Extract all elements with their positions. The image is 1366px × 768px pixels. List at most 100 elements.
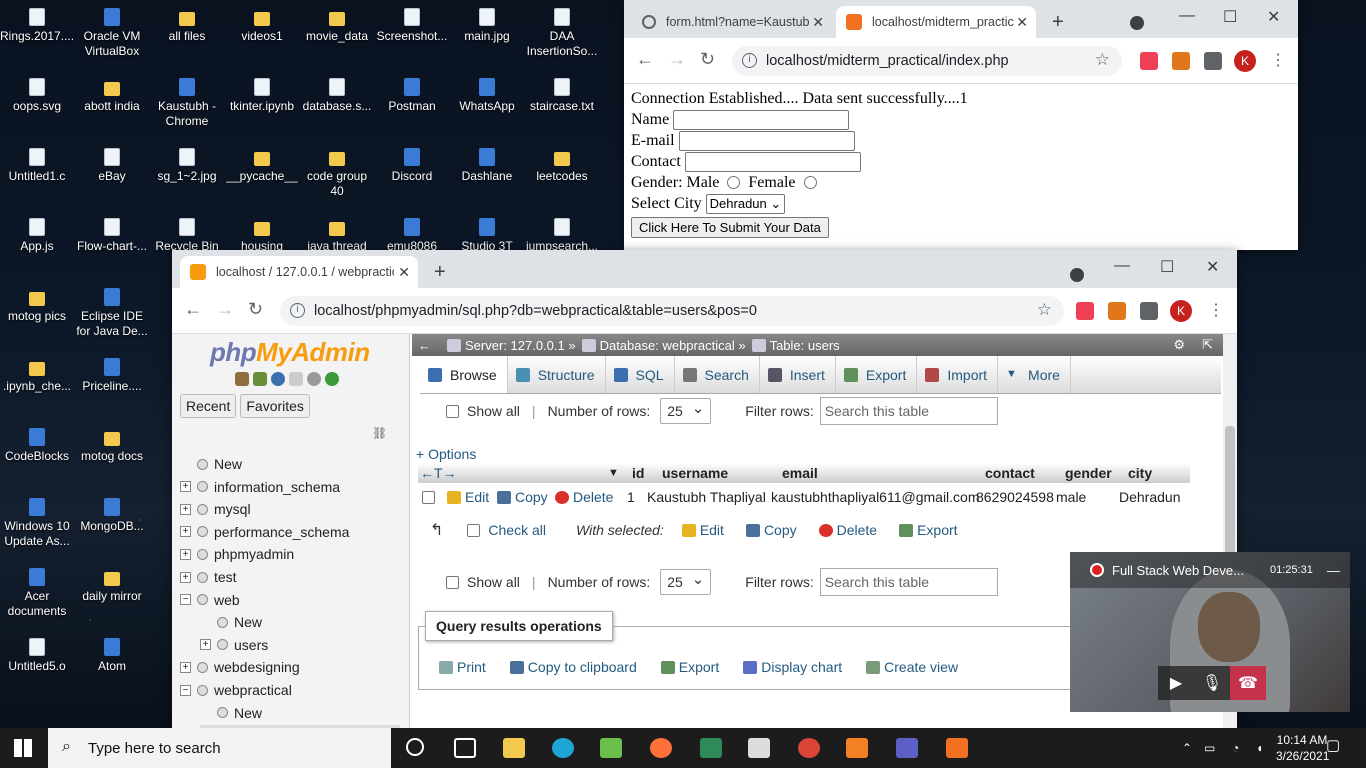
bulk-copy-button[interactable]: Copy bbox=[745, 522, 797, 538]
desktop-icon[interactable]: eBay bbox=[75, 148, 149, 184]
profile-avatar[interactable]: K bbox=[1234, 50, 1256, 72]
puzzle-extensions-icon[interactable] bbox=[1204, 52, 1222, 70]
filter-input[interactable]: Search this table bbox=[819, 397, 998, 425]
options-link[interactable]: + Options bbox=[416, 446, 476, 462]
teams-icon[interactable] bbox=[896, 738, 918, 758]
desktop-icon[interactable]: Oracle VM VirtualBox bbox=[75, 8, 149, 59]
row-delete-link[interactable]: Delete bbox=[555, 489, 627, 505]
address-bar[interactable]: i localhost/midterm_practical/index.php … bbox=[732, 46, 1122, 76]
pocket-extension-icon[interactable] bbox=[1140, 52, 1158, 70]
check-all-link[interactable]: Check all bbox=[488, 522, 546, 538]
close-tab-icon[interactable]: ✕ bbox=[1016, 14, 1028, 31]
expand-icon[interactable]: + bbox=[180, 526, 191, 538]
reload-nav-icon[interactable] bbox=[325, 372, 339, 386]
bulk-edit-button[interactable]: Edit bbox=[681, 522, 724, 538]
female-radio[interactable] bbox=[803, 176, 817, 189]
desktop-icon[interactable]: tkinter.ipynb bbox=[225, 78, 299, 114]
tree-item[interactable]: − webpractical bbox=[180, 680, 292, 700]
desktop-icon[interactable]: Eclipse IDE for Java De... bbox=[75, 288, 149, 339]
close-window-button[interactable]: ✕ bbox=[1267, 7, 1280, 27]
xampp-taskbar-icon[interactable] bbox=[946, 738, 968, 758]
recent-tab[interactable]: Recent bbox=[180, 394, 237, 418]
desktop-icon[interactable]: __pycache__ bbox=[225, 148, 299, 184]
desktop-icon[interactable]: code group 40 bbox=[300, 148, 374, 199]
row-edit-link[interactable]: Edit bbox=[447, 489, 497, 505]
desktop-icon[interactable]: videos1 bbox=[225, 8, 299, 44]
tree-item[interactable]: + test bbox=[180, 567, 237, 587]
expand-icon[interactable]: + bbox=[180, 661, 191, 673]
notifications-icon[interactable]: ▢ bbox=[1326, 738, 1340, 754]
desktop-icon[interactable]: staircase.txt bbox=[525, 78, 599, 114]
breadcrumb-table[interactable]: Table: users bbox=[770, 338, 840, 353]
scroll-thumb[interactable] bbox=[1225, 426, 1235, 556]
close-window-button[interactable]: ✕ bbox=[1206, 257, 1219, 277]
column-arrows-icon[interactable]: ←T→ bbox=[418, 465, 608, 481]
tab-search-icon[interactable] bbox=[1070, 268, 1084, 282]
desktop-icon[interactable]: Dashlane bbox=[450, 148, 524, 184]
maximize-button[interactable]: ☐ bbox=[1160, 257, 1174, 277]
cloud-app-icon[interactable] bbox=[600, 738, 622, 758]
desktop-icon[interactable]: Rings.2017.... bbox=[0, 8, 74, 44]
chrome-taskbar-icon[interactable] bbox=[798, 738, 820, 758]
tab-browse[interactable]: Browse bbox=[420, 356, 508, 393]
desktop-icon[interactable]: Untitled1.c bbox=[0, 148, 74, 184]
tab-sql[interactable]: SQL bbox=[606, 356, 675, 393]
desktop-icon[interactable]: CodeBlocks bbox=[0, 428, 74, 464]
desktop-icon[interactable]: WhatsApp bbox=[450, 78, 524, 114]
col-id[interactable]: id bbox=[628, 465, 658, 481]
rows-select-bottom[interactable]: 25 bbox=[660, 569, 712, 595]
desktop-icon[interactable]: Windows 10 Update As... bbox=[0, 498, 74, 549]
forward-button[interactable]: → bbox=[216, 299, 234, 320]
minimize-button[interactable]: — bbox=[1179, 7, 1195, 25]
forward-button[interactable]: → bbox=[668, 49, 686, 70]
cortana-icon[interactable] bbox=[406, 738, 424, 756]
col-city[interactable]: city bbox=[1124, 465, 1190, 481]
display-chart-link[interactable]: Display chart bbox=[743, 659, 842, 675]
minimize-video-icon[interactable]: — bbox=[1327, 563, 1340, 578]
desktop-icon[interactable]: motog docs bbox=[75, 428, 149, 464]
copy-clipboard-link[interactable]: Copy to clipboard bbox=[509, 659, 637, 675]
sort-dropdown-icon[interactable]: ▼ bbox=[608, 467, 628, 479]
create-view-link[interactable]: Create view bbox=[866, 659, 958, 675]
tree-item[interactable]: + performance_schema bbox=[180, 522, 349, 542]
pocket-extension-icon[interactable] bbox=[1076, 302, 1094, 320]
desktop-icon[interactable]: Kaustubh - Chrome bbox=[150, 78, 224, 129]
desktop-icon[interactable]: all files bbox=[150, 8, 224, 44]
chrome-menu-icon[interactable]: ⋮ bbox=[1270, 50, 1286, 70]
taskbar-search-box[interactable]: ⌕ Type here to search bbox=[48, 728, 391, 768]
row-copy-link[interactable]: Copy bbox=[497, 489, 555, 505]
new-tab-button[interactable]: + bbox=[1052, 11, 1064, 34]
tree-item[interactable]: + webdesigning bbox=[180, 657, 300, 677]
desktop-icon[interactable]: main.jpg bbox=[450, 8, 524, 44]
desktop-icon[interactable]: daily mirror bbox=[75, 568, 149, 604]
desktop-icon[interactable]: Priceline.... bbox=[75, 358, 149, 394]
help-icon[interactable] bbox=[271, 372, 285, 386]
desktop-icon[interactable]: sg_1~2.jpg bbox=[150, 148, 224, 184]
contact-input[interactable] bbox=[684, 151, 861, 172]
collapse-arrow-icon[interactable]: ← bbox=[418, 338, 431, 353]
show-all-checkbox-bottom[interactable] bbox=[446, 575, 459, 589]
check-all-checkbox[interactable] bbox=[467, 523, 481, 537]
volume-icon[interactable]: ◖ bbox=[1256, 740, 1263, 756]
tray-chevron-icon[interactable]: ⌃ bbox=[1182, 740, 1192, 756]
desktop-icon[interactable]: Postman bbox=[375, 78, 449, 114]
task-view-icon[interactable] bbox=[454, 738, 476, 758]
battery-icon[interactable]: ▭ bbox=[1204, 740, 1215, 756]
phpmyadmin-logo[interactable]: phpMyAdmin bbox=[210, 337, 370, 368]
desktop-icon[interactable]: .ipynb_che... bbox=[0, 358, 74, 394]
bulk-delete-button[interactable]: Delete bbox=[818, 522, 877, 538]
reload-button[interactable]: ↻ bbox=[248, 299, 263, 320]
wifi-icon[interactable]: ◔ bbox=[1232, 740, 1239, 756]
desktop-icon[interactable]: MongoDB... bbox=[75, 498, 149, 534]
expand-icon[interactable]: + bbox=[180, 548, 191, 560]
tab-structure[interactable]: Structure bbox=[508, 356, 606, 393]
metamask-extension-icon[interactable] bbox=[1172, 52, 1190, 70]
row-checkbox[interactable] bbox=[422, 490, 435, 504]
profile-avatar[interactable]: K bbox=[1170, 300, 1192, 322]
breadcrumb-database[interactable]: Database: webpractical » bbox=[600, 338, 746, 353]
col-gender[interactable]: gender bbox=[1061, 465, 1124, 481]
desktop-icon[interactable]: leetcodes bbox=[525, 148, 599, 184]
collapse-icon[interactable]: − bbox=[180, 684, 191, 696]
col-contact[interactable]: contact bbox=[981, 465, 1061, 481]
logout-icon[interactable] bbox=[253, 372, 267, 386]
